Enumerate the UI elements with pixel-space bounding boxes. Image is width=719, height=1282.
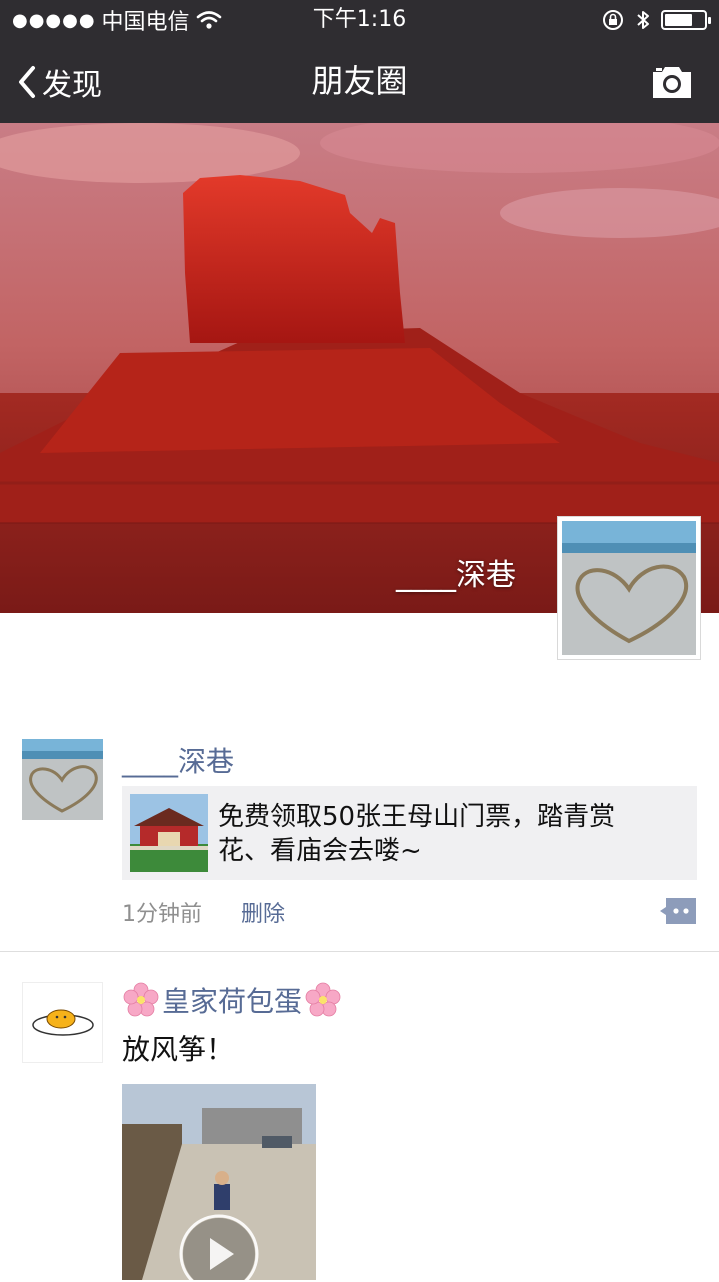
battery-level <box>665 14 692 26</box>
navigation-bar: 发现 朋友圈 <box>0 40 719 123</box>
status-bar: ●●●●● 中国电信 下午1:16 <box>0 0 719 40</box>
temple-image <box>130 794 208 872</box>
egg-avatar-image <box>32 1009 94 1036</box>
post-avatar[interactable] <box>22 739 103 820</box>
shared-link-card[interactable]: 免费领取50张王母山门票，踏青赏花、看庙会去喽~ <box>122 786 697 880</box>
camera-icon[interactable] <box>649 62 695 102</box>
post-timestamp: 1分钟前 <box>122 902 202 927</box>
cherry-blossom-icon <box>305 982 341 1017</box>
shared-link-thumbnail <box>130 794 208 872</box>
cherry-blossom-icon <box>123 982 159 1017</box>
post-author-name[interactable]: 皇家荷包蛋 <box>122 980 342 1020</box>
moments-feed: ____深巷 免费领取50张王母山门票，踏青赏花、看庙会去喽~ 1分钟前 删除 <box>0 700 719 1282</box>
delete-button[interactable]: 删除 <box>241 896 285 928</box>
page-title: 朋友圈 <box>311 62 408 100</box>
status-right <box>601 0 711 40</box>
beach-heart-image <box>22 739 103 820</box>
cover-user-name: ____深巷 <box>396 558 516 593</box>
post-author-name[interactable]: ____深巷 <box>122 740 234 780</box>
post-author-label: 皇家荷包蛋 <box>162 985 303 1018</box>
battery-icon <box>661 10 711 30</box>
post-video[interactable] <box>122 1084 316 1280</box>
comment-icon[interactable] <box>660 898 696 924</box>
post-avatar[interactable] <box>22 982 103 1063</box>
bluetooth-icon <box>637 11 649 29</box>
feed-post: 皇家荷包蛋 放风筝！ <box>0 952 719 1282</box>
kite-video-image <box>122 1084 316 1280</box>
beach-heart-image <box>562 521 696 655</box>
feed-post: ____深巷 免费领取50张王母山门票，踏青赏花、看庙会去喽~ 1分钟前 删除 <box>0 700 719 952</box>
shared-link-title: 免费领取50张王母山门票，踏青赏花、看庙会去喽~ <box>218 802 616 866</box>
profile-avatar[interactable] <box>557 516 701 660</box>
orientation-lock-icon <box>603 10 623 30</box>
post-text: 放风筝！ <box>122 1033 235 1066</box>
